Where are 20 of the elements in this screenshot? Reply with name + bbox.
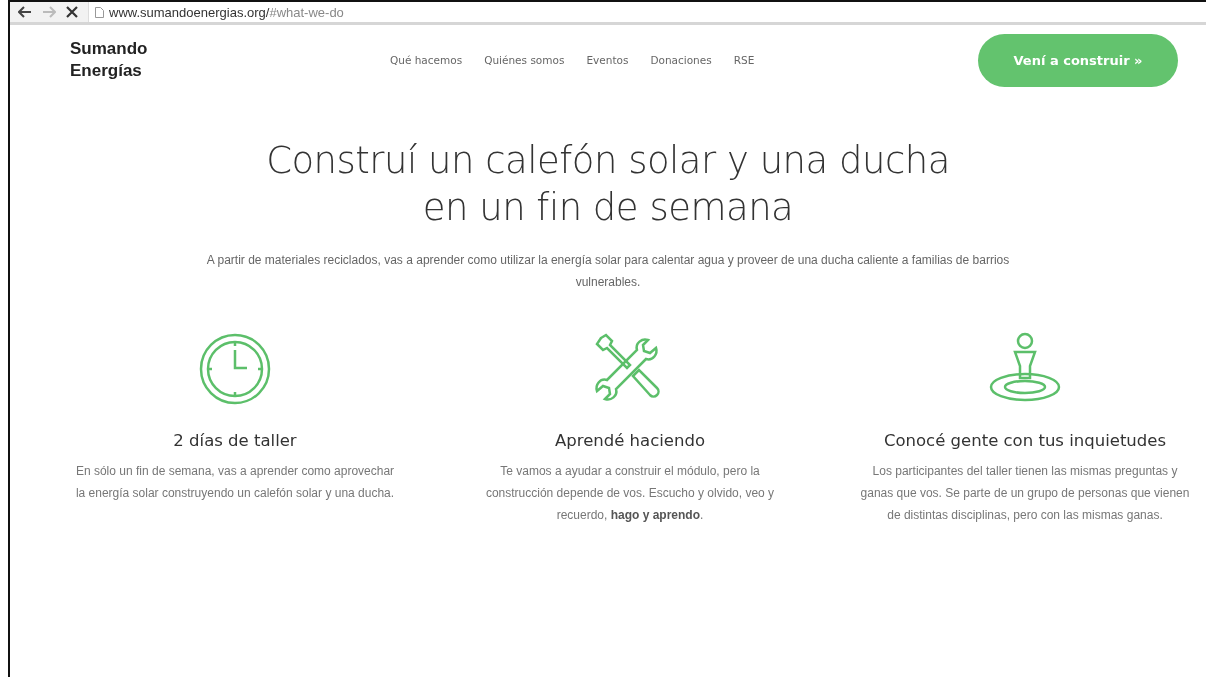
feature-title: 2 días de taller (173, 431, 297, 450)
clock-icon (198, 332, 272, 406)
hero-description: A partir de materiales reciclados, vas a aprender como utilizar la energía solar para calentar agua y proveer de una ducha caliente a familias de barrios vulnerables. (205, 252, 1011, 291)
url-text: www.sumandoenergias.org/#what-we-do (109, 4, 344, 20)
back-icon[interactable] (18, 6, 32, 18)
nav-link[interactable]: RSE (733, 54, 755, 66)
address-bar[interactable]: www.sumandoenergias.org/#what-we-do (88, 2, 1206, 22)
feature-description: En sólo un fin de semana, vas a aprender como aprovechar la energía solar construyendo un calefón solar y una ducha. (74, 463, 396, 502)
close-icon[interactable] (66, 6, 78, 18)
feature-title: Aprendé haciendo (554, 431, 706, 450)
feature-description: Te vamos a ayudar a construir el módulo, pero la construcción depende de vos. Escucho y olvido, veo y recuerdo, hago y aprendo. (484, 463, 776, 524)
nav-link[interactable]: Eventos (586, 54, 629, 66)
page-icon (95, 6, 104, 18)
nav-link[interactable]: Quiénes somos (484, 54, 565, 66)
hero-title: Construí un calefón solar y una ducha en un fin de semana (265, 138, 951, 231)
feature-description: Los participantes del taller tienen las mismas preguntas y ganas que vos. Se parte de un grupo de personas que vienen de distintas disciplinas, pero con las mismas ganas. (860, 463, 1190, 524)
nav-link[interactable]: Donaciones (650, 54, 712, 66)
site-logo[interactable]: Sumando Energías (70, 38, 390, 82)
nav-link[interactable]: Qué hacemos (390, 54, 463, 66)
feature-title: Conocé gente con tus inquietudes (883, 431, 1167, 450)
